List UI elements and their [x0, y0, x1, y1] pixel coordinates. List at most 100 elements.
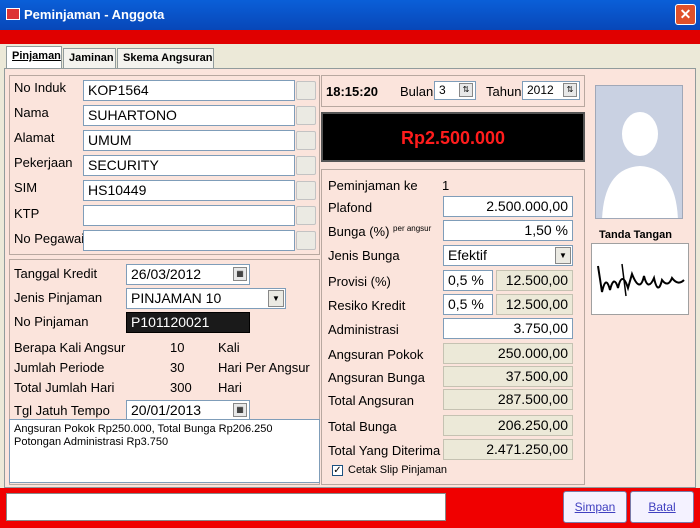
tahun-field[interactable]: 2012 ⇅ — [522, 81, 580, 100]
berapa-kali-unit: Kali — [218, 340, 240, 355]
bulan-field[interactable]: 3 ⇅ — [434, 81, 476, 100]
no-pinjaman-label: No Pinjaman — [14, 314, 89, 329]
total-hari-value: 300 — [170, 380, 192, 395]
app-icon — [6, 8, 20, 20]
nama-button[interactable] — [296, 106, 316, 125]
ktp-field[interactable] — [83, 205, 295, 226]
no-pegawai-field[interactable] — [83, 230, 295, 251]
administrasi-label: Administrasi — [328, 322, 399, 337]
signature-label: Tanda Tangan — [599, 229, 672, 241]
berapa-kali-label: Berapa Kali Angsur — [14, 340, 126, 355]
total-bunga-field: 206.250,00 — [443, 415, 573, 436]
amount-display-text: Rp2.500.000 — [400, 128, 506, 148]
ktp-label: KTP — [14, 206, 40, 221]
calendar-icon[interactable]: ▦ — [233, 403, 247, 417]
resiko-kredit-label: Resiko Kredit — [328, 298, 406, 313]
batal-button[interactable]: Batal — [630, 491, 694, 523]
amount-display: Rp2.500.000 — [321, 112, 585, 162]
plafond-field[interactable]: 2.500.000,00 — [443, 196, 573, 217]
provisi-label: Provisi (%) — [328, 274, 391, 289]
spin-icon[interactable]: ⇅ — [459, 83, 473, 97]
chevron-down-icon[interactable]: ▼ — [555, 247, 571, 264]
close-icon: ✕ — [679, 6, 692, 22]
avatar-icon — [596, 86, 682, 218]
no-induk-lookup-button[interactable] — [296, 81, 316, 100]
loan-panel: Peminjaman ke 1 Plafond 2.500.000,00 Bun… — [321, 169, 585, 485]
pekerjaan-field[interactable]: SECURITY — [83, 155, 295, 176]
jenis-pinjaman-label: Jenis Pinjaman — [14, 290, 103, 305]
cetak-slip-label: Cetak Slip Pinjaman — [348, 464, 448, 476]
signature-graphic — [597, 263, 685, 297]
resiko-pct-field[interactable]: 0,5 % — [443, 294, 493, 315]
window-title: Peminjaman - Anggota — [24, 7, 165, 22]
alamat-button[interactable] — [296, 131, 316, 150]
total-hari-unit: Hari — [218, 380, 242, 395]
bunga-field[interactable]: 1,50 % — [443, 220, 573, 241]
jenis-bunga-select[interactable]: Efektif ▼ — [443, 245, 573, 266]
angsuran-pokok-field: 250.000,00 — [443, 343, 573, 364]
pekerjaan-label: Pekerjaan — [14, 155, 73, 170]
chevron-down-icon[interactable]: ▼ — [268, 290, 284, 307]
administrasi-field[interactable]: 3.750,00 — [443, 318, 573, 339]
member-panel: No Induk KOP1564 Nama SUHARTONO Alamat U… — [9, 75, 320, 255]
jenis-bunga-label: Jenis Bunga — [328, 248, 400, 263]
alamat-label: Alamat — [14, 130, 55, 145]
jatuh-tempo-label: Tgl Jatuh Tempo — [14, 403, 110, 418]
ktp-button[interactable] — [296, 206, 316, 225]
total-angsuran-field: 287.500,00 — [443, 389, 573, 410]
bottom-bar: Simpan Batal — [0, 488, 700, 528]
header-band — [0, 30, 700, 44]
jatuh-tempo-field[interactable]: 20/01/2013 ▦ — [126, 400, 250, 421]
period-panel: 18:15:20 Bulan 3 ⇅ Tahun 2012 ⇅ — [321, 75, 585, 107]
clock-readout: 18:15:20 — [326, 84, 379, 99]
alamat-field[interactable]: UMUM — [83, 130, 295, 151]
no-induk-field[interactable]: KOP1564 — [83, 80, 295, 101]
tahun-label: Tahun — [486, 84, 522, 99]
angsuran-bunga-field: 37.500,00 — [443, 366, 573, 387]
no-pegawai-button[interactable] — [296, 231, 316, 250]
plafond-label: Plafond — [328, 200, 373, 215]
cetak-slip-checkbox[interactable]: ✓ — [332, 465, 343, 476]
tanggal-kredit-field[interactable]: 26/03/2012 ▦ — [126, 264, 250, 285]
member-photo — [595, 85, 683, 219]
no-induk-label: No Induk — [14, 80, 67, 95]
signature-image — [591, 243, 689, 315]
status-field[interactable] — [6, 493, 446, 521]
pekerjaan-button[interactable] — [296, 156, 316, 175]
tab-skema-angsuran[interactable]: Skema Angsuran — [117, 48, 214, 68]
title-bar: Peminjaman - Anggota ✕ — [0, 0, 700, 30]
berapa-kali-value: 10 — [170, 340, 185, 355]
sim-field[interactable]: HS10449 — [83, 180, 295, 201]
bulan-label: Bulan — [400, 84, 434, 99]
main-content: No Induk KOP1564 Nama SUHARTONO Alamat U… — [4, 68, 696, 488]
sim-button[interactable] — [296, 181, 316, 200]
no-pegawai-label: No Pegawai — [14, 231, 85, 246]
total-bunga-label: Total Bunga — [328, 419, 397, 434]
resiko-amount-field: 12.500,00 — [496, 294, 573, 315]
tab-pinjaman[interactable]: Pinjaman — [6, 46, 62, 68]
bunga-label: Bunga (%) per angsur — [328, 224, 432, 239]
jumlah-periode-unit: Hari Per Angsur — [218, 360, 310, 375]
close-window-button[interactable]: ✕ — [675, 4, 696, 25]
provisi-amount-field: 12.500,00 — [496, 270, 573, 291]
summary-note: Angsuran Pokok Rp250.000, Total Bunga Rp… — [9, 419, 320, 483]
total-hari-label: Total Jumlah Hari — [14, 380, 115, 395]
summary-note-line: Angsuran Pokok Rp250.000, Total Bunga Rp… — [14, 423, 273, 435]
simpan-button[interactable]: Simpan — [563, 491, 627, 523]
jumlah-periode-value: 30 — [170, 360, 185, 375]
tab-jaminan[interactable]: Jaminan — [63, 48, 116, 68]
jumlah-periode-label: Jumlah Periode — [14, 360, 105, 375]
angsuran-pokok-label: Angsuran Pokok — [328, 347, 424, 362]
jenis-pinjaman-select[interactable]: PINJAMAN 10 ▼ — [126, 288, 286, 309]
total-angsuran-label: Total Angsuran — [328, 393, 415, 408]
nama-field[interactable]: SUHARTONO — [83, 105, 295, 126]
total-diterima-label: Total Yang Diterima — [328, 443, 441, 458]
total-diterima-field: 2.471.250,00 — [443, 439, 573, 460]
nama-label: Nama — [14, 105, 49, 120]
spin-icon[interactable]: ⇅ — [563, 83, 577, 97]
peminjaman-ke-label: Peminjaman ke — [328, 178, 418, 193]
provisi-pct-field[interactable]: 0,5 % — [443, 270, 493, 291]
calendar-icon[interactable]: ▦ — [233, 267, 247, 281]
angsuran-bunga-label: Angsuran Bunga — [328, 370, 425, 385]
peminjaman-ke-value: 1 — [442, 178, 450, 193]
